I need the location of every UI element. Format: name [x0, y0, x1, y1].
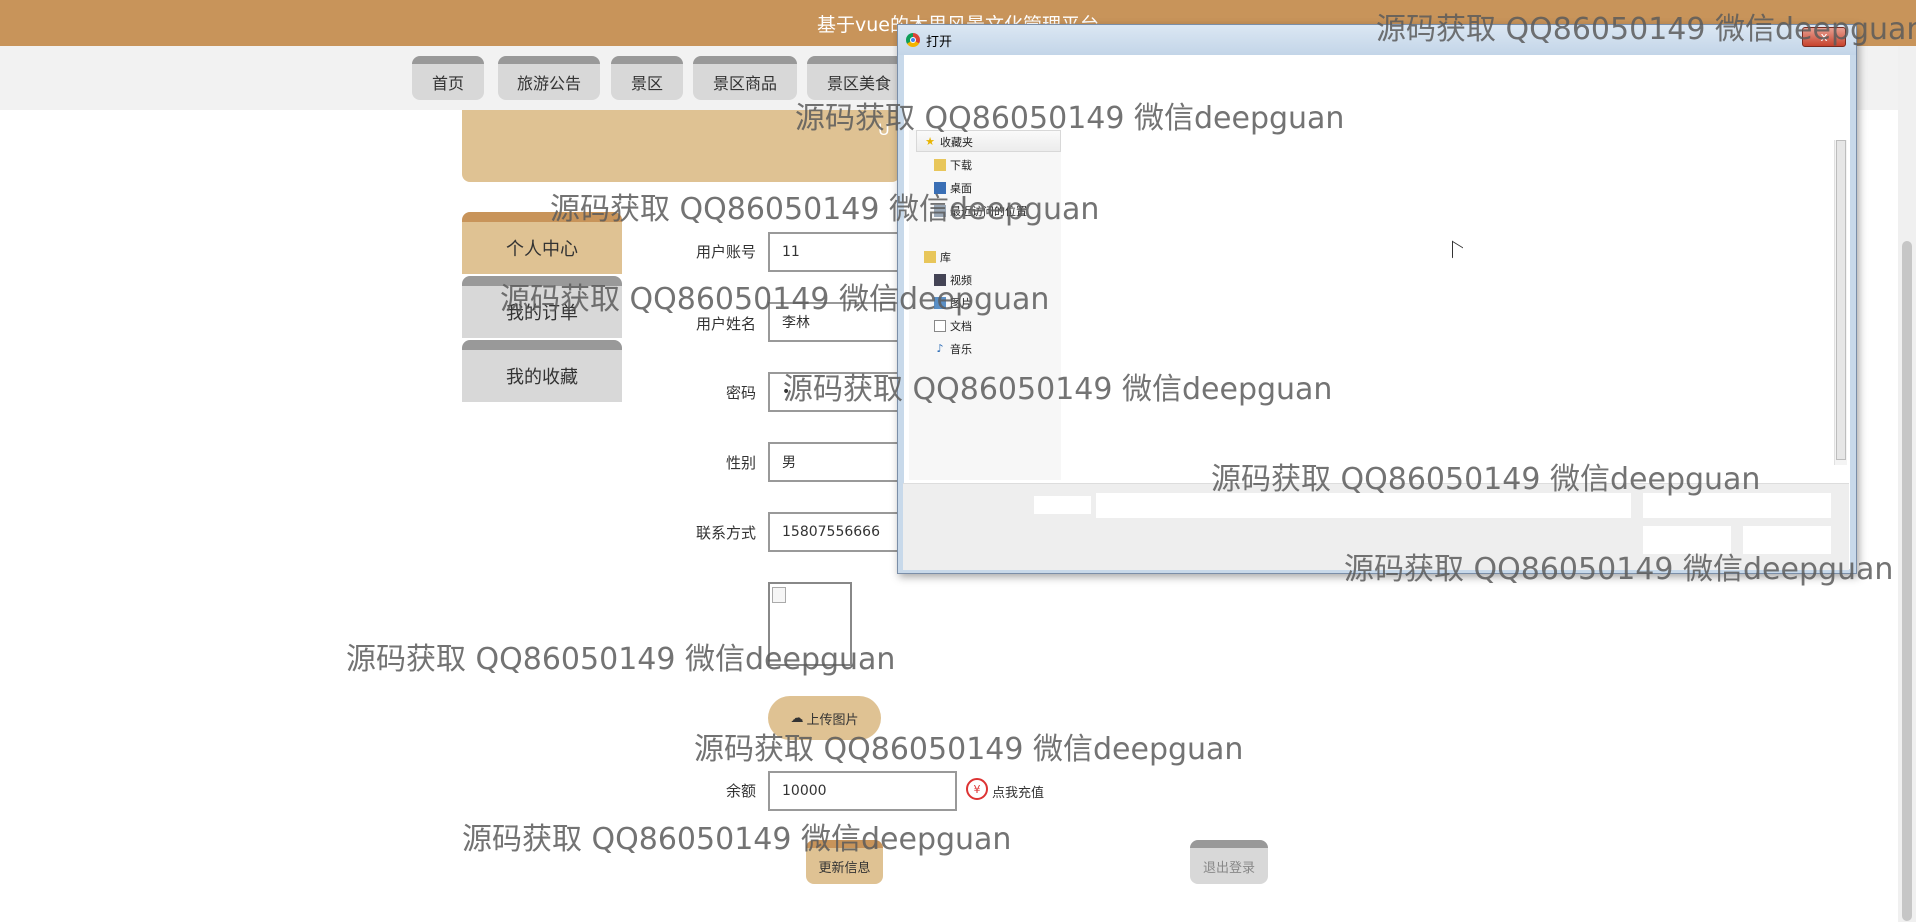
dialog-scrollbar-thumb[interactable] — [1836, 140, 1846, 460]
watermark: 源码获取 QQ86050149 微信deepguan — [795, 101, 1345, 136]
watermark: 源码获取 QQ86050149 微信deepguan — [1211, 462, 1761, 497]
library-icon — [924, 251, 936, 263]
account-label: 用户账号 — [695, 243, 756, 261]
filename-label-box — [1034, 496, 1091, 514]
logout-button[interactable]: 退出登录 — [1190, 840, 1268, 884]
balance-field[interactable]: 10000 — [768, 771, 957, 811]
nav-documents[interactable]: 文档 — [934, 318, 972, 334]
nav-scenic-goods[interactable]: 景区商品 — [693, 56, 797, 100]
watermark: 源码获取 QQ86050149 微信deepguan — [462, 822, 1012, 857]
watermark: 源码获取 QQ86050149 微信deepguan — [550, 192, 1100, 227]
nav-home[interactable]: 首页 — [412, 56, 484, 100]
nav-scenic[interactable]: 景区 — [611, 56, 683, 100]
music-icon: ♪ — [936, 342, 944, 355]
page-scrollbar[interactable] — [1898, 46, 1916, 922]
watermark: 源码获取 QQ86050149 微信deepguan — [346, 642, 896, 677]
balance-label: 余额 — [725, 782, 756, 800]
password-label: 密码 — [725, 384, 756, 402]
recharge-link[interactable]: 点我充值 — [992, 782, 1044, 801]
watermark: 源码获取 QQ86050149 微信deepguan — [694, 732, 1244, 767]
nav-travel-notice[interactable]: 旅游公告 — [498, 56, 600, 100]
dialog-scrollbar[interactable] — [1834, 140, 1847, 465]
yen-icon[interactable]: ¥ — [966, 778, 988, 800]
nav-library-label: 库 — [940, 251, 951, 264]
dialog-title: 打开 — [926, 35, 953, 50]
watermark: 源码获取 QQ86050149 微信deepguan — [500, 282, 1050, 317]
gender-label: 性别 — [725, 454, 756, 472]
nav-documents-label: 文档 — [950, 320, 972, 333]
star-icon: ★ — [925, 135, 935, 148]
nav-downloads[interactable]: 下载 — [934, 157, 972, 173]
downloads-folder-icon — [934, 159, 946, 171]
sidebar-item-my-favorites[interactable]: 我的收藏 — [462, 340, 622, 402]
nav-downloads-label: 下载 — [950, 159, 972, 172]
nav-music[interactable]: ♪ 音乐 — [934, 341, 972, 357]
watermark: 源码获取 QQ86050149 微信deepguan — [1344, 552, 1894, 587]
page-scrollbar-thumb[interactable] — [1902, 241, 1912, 921]
phone-label: 联系方式 — [695, 524, 756, 542]
document-icon — [934, 320, 946, 332]
chrome-icon — [906, 33, 920, 47]
watermark: 源码获取 QQ86050149 微信deepguan — [783, 372, 1333, 407]
nav-music-label: 音乐 — [950, 343, 972, 356]
watermark: 源码获取 QQ86050149 微信deepguan — [1376, 12, 1916, 47]
nav-library[interactable]: 库 — [924, 249, 951, 265]
broken-image-icon — [772, 587, 786, 603]
